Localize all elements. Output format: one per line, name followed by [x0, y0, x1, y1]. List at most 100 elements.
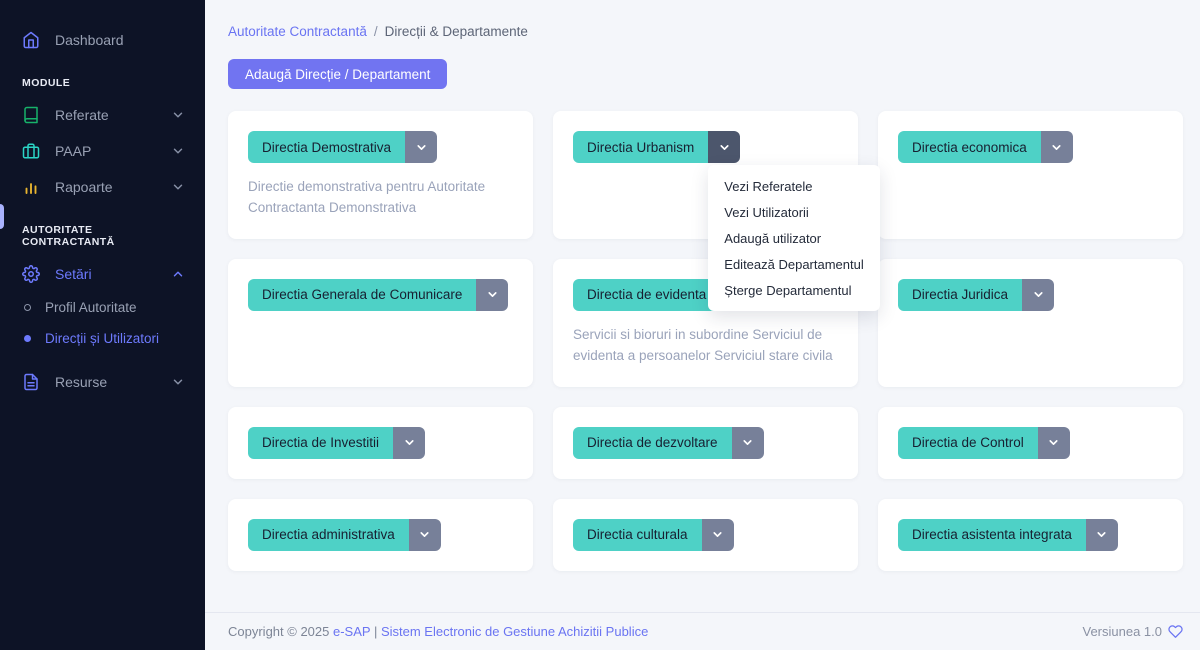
department-button[interactable]: Directia Juridica [898, 279, 1022, 311]
content-area: Autoritate Contractantă / Direcții & Dep… [205, 0, 1200, 612]
sidebar-item-label: Rapoarte [55, 179, 113, 195]
sidebar-section-header-autoritate: AUTORITATE CONTRACTANTĂ [0, 205, 205, 256]
department-dropdown-toggle[interactable] [476, 279, 508, 311]
department-button-group: Directia de Investitii [248, 427, 425, 459]
chevron-down-icon [418, 528, 431, 541]
department-dropdown-toggle[interactable] [393, 427, 425, 459]
sidebar-item-rapoarte[interactable]: Rapoarte [0, 169, 205, 205]
department-dropdown-toggle[interactable] [1022, 279, 1054, 311]
version-text: Versiunea 1.0 [1082, 624, 1162, 639]
department-card: Directia de Investitii [228, 407, 533, 479]
department-button-group: Directia Generala de Comunicare [248, 279, 508, 311]
sidebar-subitem-directii-utilizatori[interactable]: Direcții și Utilizatori [0, 323, 205, 354]
footer-separator: | [374, 624, 377, 639]
chevron-up-icon [171, 267, 185, 281]
department-card: Directia Generala de Comunicare [228, 259, 533, 387]
sidebar-item-referate[interactable]: Referate [0, 97, 205, 133]
sidebar-item-label: Referate [55, 107, 109, 123]
department-button-group: Directia Juridica [898, 279, 1054, 311]
department-button[interactable]: Directia asistenta integrata [898, 519, 1086, 551]
department-dropdown-toggle[interactable] [409, 519, 441, 551]
footer-brand-link[interactable]: e-SAP [333, 624, 370, 639]
footer: Copyright © 2025 e-SAP | Sistem Electron… [205, 612, 1200, 650]
breadcrumb-link-autoritate[interactable]: Autoritate Contractantă [228, 24, 367, 39]
department-button-group: Directia economica [898, 131, 1073, 163]
department-button-group: Directia Demostrativa [248, 131, 437, 163]
chevron-down-icon [1047, 436, 1060, 449]
sidebar-subitem-label: Profil Autoritate [45, 300, 137, 315]
dropdown-menu-item[interactable]: Vezi Referatele [708, 173, 879, 199]
department-dropdown-toggle[interactable] [405, 131, 437, 163]
sidebar-item-paap[interactable]: PAAP [0, 133, 205, 169]
sidebar-subitem-label: Direcții și Utilizatori [45, 331, 159, 346]
add-department-button[interactable]: Adaugă Direcție / Departament [228, 59, 447, 89]
chevron-down-icon [741, 436, 754, 449]
sidebar-item-dashboard[interactable]: Dashboard [0, 22, 205, 58]
department-card: Directia UrbanismVezi ReferateleVezi Uti… [553, 111, 858, 239]
footer-version: Versiunea 1.0 [1082, 624, 1183, 639]
department-button[interactable]: Directia Generala de Comunicare [248, 279, 476, 311]
sidebar-subitem-profil-autoritate[interactable]: Profil Autoritate [0, 292, 205, 323]
department-button[interactable]: Directia administrativa [248, 519, 409, 551]
sidebar-item-label: Setări [55, 266, 92, 282]
department-button[interactable]: Directia economica [898, 131, 1041, 163]
department-card: Directia administrativa [228, 499, 533, 571]
sidebar-item-resurse[interactable]: Resurse [0, 364, 205, 400]
department-button[interactable]: Directia Urbanism [573, 131, 708, 163]
department-button-group: Directia de dezvoltare [573, 427, 764, 459]
chevron-down-icon [171, 375, 185, 389]
sidebar-item-label: PAAP [55, 143, 91, 159]
chevron-down-icon [711, 528, 724, 541]
department-dropdown-toggle[interactable] [1038, 427, 1070, 459]
department-dropdown-menu: Vezi ReferateleVezi UtilizatoriiAdaugă u… [708, 165, 879, 311]
department-button[interactable]: Directia Demostrativa [248, 131, 405, 163]
dropdown-menu-item[interactable]: Șterge Departamentul [708, 277, 879, 303]
department-card: Directia culturala [553, 499, 858, 571]
department-button[interactable]: Directia culturala [573, 519, 702, 551]
app-window: Dashboard MODULE Referate PAAP [0, 0, 1200, 650]
department-button-group: Directia de Control [898, 427, 1070, 459]
dropdown-menu-item[interactable]: Editează Departamentul [708, 251, 879, 277]
chevron-down-icon [1032, 288, 1045, 301]
chevron-down-icon [415, 141, 428, 154]
dropdown-menu-item[interactable]: Adaugă utilizator [708, 225, 879, 251]
department-dropdown-toggle[interactable] [1086, 519, 1118, 551]
breadcrumb: Autoritate Contractantă / Direcții & Dep… [228, 24, 1183, 39]
bar-chart-icon [22, 178, 40, 196]
sidebar-item-label: Dashboard [55, 32, 124, 48]
chevron-down-icon [486, 288, 499, 301]
breadcrumb-separator: / [374, 24, 378, 39]
chevron-down-icon [171, 108, 185, 122]
department-description: Servicii si bioruri in subordine Servici… [573, 325, 835, 367]
copyright-text: Copyright © 2025 [228, 624, 329, 639]
main-area: Autoritate Contractantă / Direcții & Dep… [205, 0, 1200, 650]
department-dropdown-toggle[interactable] [708, 131, 740, 163]
book-icon [22, 106, 40, 124]
chevron-down-icon [1095, 528, 1108, 541]
sidebar-item-setari[interactable]: Setări [0, 256, 205, 292]
chevron-down-icon [1050, 141, 1063, 154]
department-card: Directia Juridica [878, 259, 1183, 387]
department-card: Directia asistenta integrata [878, 499, 1183, 571]
department-button-group: Directia administrativa [248, 519, 441, 551]
briefcase-icon [22, 142, 40, 160]
department-button[interactable]: Directia de evidenta [573, 279, 720, 311]
sidebar-section-header-module: MODULE [0, 58, 205, 97]
department-dropdown-toggle[interactable] [732, 427, 764, 459]
chevron-down-icon [403, 436, 416, 449]
department-button[interactable]: Directia de Control [898, 427, 1038, 459]
footer-system-link[interactable]: Sistem Electronic de Gestiune Achizitii … [381, 624, 648, 639]
department-button-group: Directia culturala [573, 519, 734, 551]
department-button[interactable]: Directia de dezvoltare [573, 427, 732, 459]
active-route-indicator [0, 204, 4, 229]
department-card: Directia de dezvoltare [553, 407, 858, 479]
department-dropdown-toggle[interactable] [1041, 131, 1073, 163]
dropdown-menu-item[interactable]: Vezi Utilizatorii [708, 199, 879, 225]
department-dropdown-toggle[interactable] [702, 519, 734, 551]
sidebar: Dashboard MODULE Referate PAAP [0, 0, 205, 650]
file-icon [22, 373, 40, 391]
bullet-dot-icon [24, 335, 31, 342]
chevron-down-icon [718, 141, 731, 154]
department-button-group: Directia asistenta integrata [898, 519, 1118, 551]
department-button[interactable]: Directia de Investitii [248, 427, 393, 459]
